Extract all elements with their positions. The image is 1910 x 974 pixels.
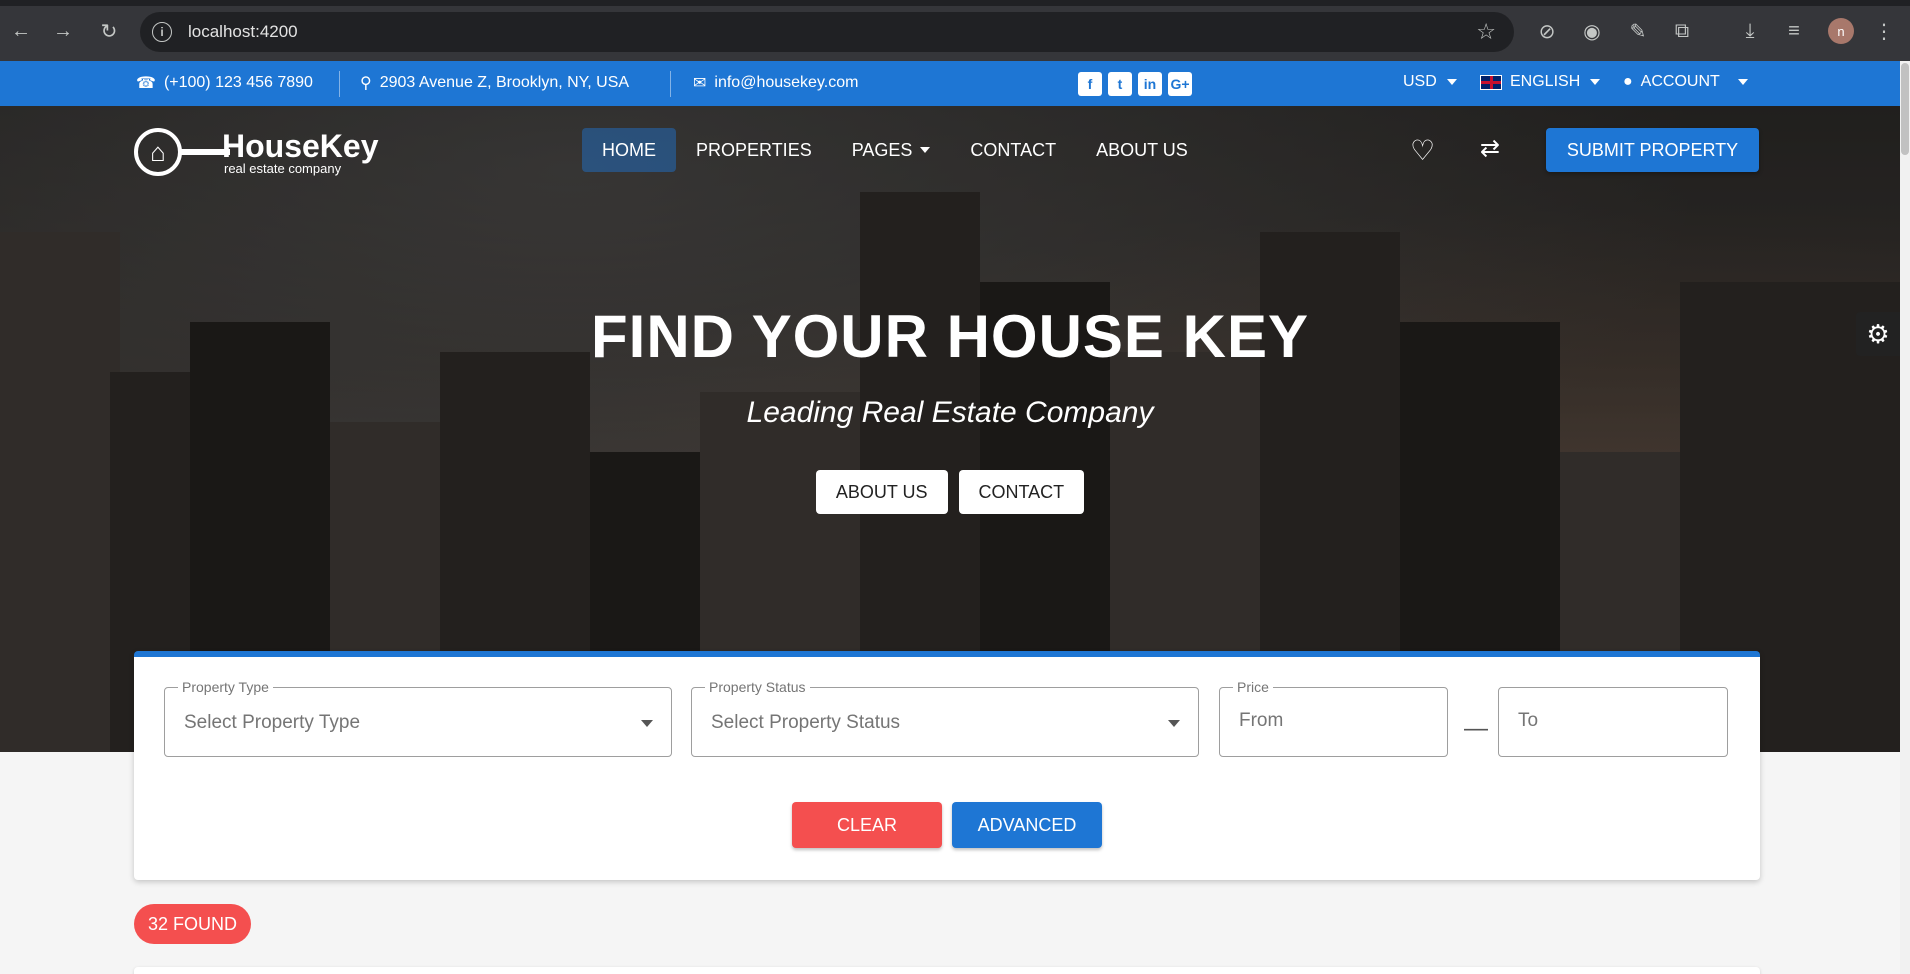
hero-title: FIND YOUR HOUSE KEY [591, 303, 1309, 370]
hero-subtitle: Leading Real Estate Company [746, 396, 1154, 429]
email-contact[interactable]: ✉ info@housekey.com [693, 73, 858, 93]
tab-strip [0, 0, 1910, 6]
divider [339, 71, 340, 97]
eyedropper-icon[interactable]: ✎ [1624, 17, 1652, 45]
mail-icon: ✉ [693, 75, 707, 92]
phone-contact[interactable]: ☎ (+100) 123 456 7890 [136, 73, 313, 93]
google-plus-icon[interactable]: G+ [1168, 72, 1192, 96]
price-separator: — [1464, 715, 1488, 742]
price-label: Price [1233, 679, 1273, 695]
logo-name: HouseKey [222, 127, 379, 164]
nav-pages[interactable]: PAGES [832, 128, 951, 172]
advanced-button[interactable]: ADVANCED [952, 802, 1102, 848]
clear-button[interactable]: CLEAR [792, 802, 942, 848]
property-type-placeholder: Select Property Type [184, 712, 361, 733]
forward-icon[interactable]: → [50, 18, 76, 44]
blocked-extension-icon[interactable]: ⊘ [1534, 17, 1560, 45]
page-scrollbar[interactable] [1900, 61, 1910, 974]
user-icon: ● [1623, 73, 1633, 90]
results-card [134, 967, 1760, 974]
linkedin-icon[interactable]: in [1138, 72, 1162, 96]
property-type-select[interactable]: Property Type Select Property Type [164, 679, 672, 757]
page: ☎ (+100) 123 456 7890 ⚲ 2903 Avenue Z, B… [0, 61, 1910, 974]
about-us-button[interactable]: ABOUT US [815, 470, 948, 514]
location-pin-icon: ⚲ [360, 75, 372, 92]
language-label: ENGLISH [1510, 73, 1581, 90]
submit-property-button[interactable]: SUBMIT PROPERTY [1546, 128, 1759, 172]
logo[interactable]: ⌂ HouseKey real estate company [134, 128, 379, 176]
twitter-icon[interactable]: t [1108, 72, 1132, 96]
currency-label: USD [1403, 73, 1437, 90]
url-text[interactable]: localhost:4200 [188, 22, 298, 42]
divider [670, 71, 671, 97]
chevron-down-icon [1168, 720, 1180, 727]
chevron-down-icon [920, 147, 931, 153]
language-dropdown[interactable]: ENGLISH [1480, 73, 1601, 91]
media-icon[interactable]: ≡ [1780, 17, 1808, 45]
back-icon[interactable]: ← [8, 18, 34, 44]
contact-button[interactable]: CONTACT [958, 470, 1085, 514]
browser-chrome: ← → ↻ i localhost:4200 ☆ ⊘ ◉ ✎ ⧉ ⤓ ≡ n ⋮ [0, 0, 1910, 61]
chevron-down-icon [1737, 79, 1748, 85]
currency-dropdown[interactable]: USD [1403, 73, 1457, 91]
settings-gear-icon[interactable]: ⚙ [1856, 312, 1900, 356]
property-search-panel: Property Type Select Property Type Prope… [134, 651, 1760, 880]
address-bar[interactable]: i localhost:4200 ☆ [140, 12, 1514, 52]
nav-pages-label: PAGES [851, 139, 913, 160]
price-to-input[interactable]: To [1498, 687, 1728, 757]
favorites-heart-icon[interactable]: ♡ [1410, 134, 1435, 167]
scrollbar-thumb[interactable] [1901, 63, 1909, 155]
price-to-placeholder: To [1518, 710, 1539, 731]
uk-flag-icon [1480, 74, 1502, 90]
puzzle-icon[interactable]: ⧉ [1668, 17, 1696, 45]
site-info-icon[interactable]: i [152, 22, 172, 42]
house-icon: ⌂ [134, 128, 182, 176]
nav-properties[interactable]: PROPERTIES [676, 128, 832, 172]
logo-text: HouseKey real estate company [222, 130, 379, 175]
address-contact[interactable]: ⚲ 2903 Avenue Z, Brooklyn, NY, USA [360, 73, 629, 93]
property-status-label: Property Status [705, 679, 810, 695]
phone-icon: ☎ [136, 75, 156, 92]
avatar[interactable]: n [1828, 18, 1854, 44]
menu-icon[interactable]: ⋮ [1872, 17, 1896, 45]
results-count-badge: 32 FOUND [134, 904, 252, 944]
bookmark-star-icon[interactable]: ☆ [1476, 19, 1496, 45]
extension-icon[interactable]: ◉ [1578, 17, 1606, 45]
nav-home[interactable]: HOME [582, 128, 676, 172]
property-status-select[interactable]: Property Status Select Property Status [691, 679, 1199, 757]
chevron-down-icon [641, 720, 653, 727]
property-type-label: Property Type [178, 679, 273, 695]
nav-contact[interactable]: CONTACT [950, 128, 1076, 172]
compare-icon[interactable]: ⇄ [1480, 134, 1500, 163]
price-from-input[interactable]: Price From [1219, 679, 1448, 757]
property-status-placeholder: Select Property Status [711, 712, 901, 733]
reload-icon[interactable]: ↻ [96, 18, 122, 44]
price-from-placeholder: From [1239, 710, 1284, 731]
hero-buttons: ABOUT US CONTACT [0, 470, 1900, 514]
chevron-down-icon [1446, 79, 1457, 85]
nav-about-us[interactable]: ABOUT US [1076, 128, 1208, 172]
facebook-icon[interactable]: f [1078, 72, 1102, 96]
phone-text: (+100) 123 456 7890 [163, 74, 313, 91]
email-text: info@housekey.com [714, 74, 859, 91]
account-dropdown[interactable]: ● ACCOUNT [1623, 73, 1748, 91]
account-label: ACCOUNT [1640, 73, 1720, 90]
download-icon[interactable]: ⤓ [1736, 17, 1764, 45]
chevron-down-icon [1590, 79, 1601, 85]
main-nav: HOME PROPERTIES PAGES CONTACT ABOUT US [582, 128, 1208, 172]
social-links: f t in G+ [1078, 72, 1192, 96]
top-info-bar: ☎ (+100) 123 456 7890 ⚲ 2903 Avenue Z, B… [0, 61, 1900, 106]
address-text: 2903 Avenue Z, Brooklyn, NY, USA [379, 74, 630, 91]
